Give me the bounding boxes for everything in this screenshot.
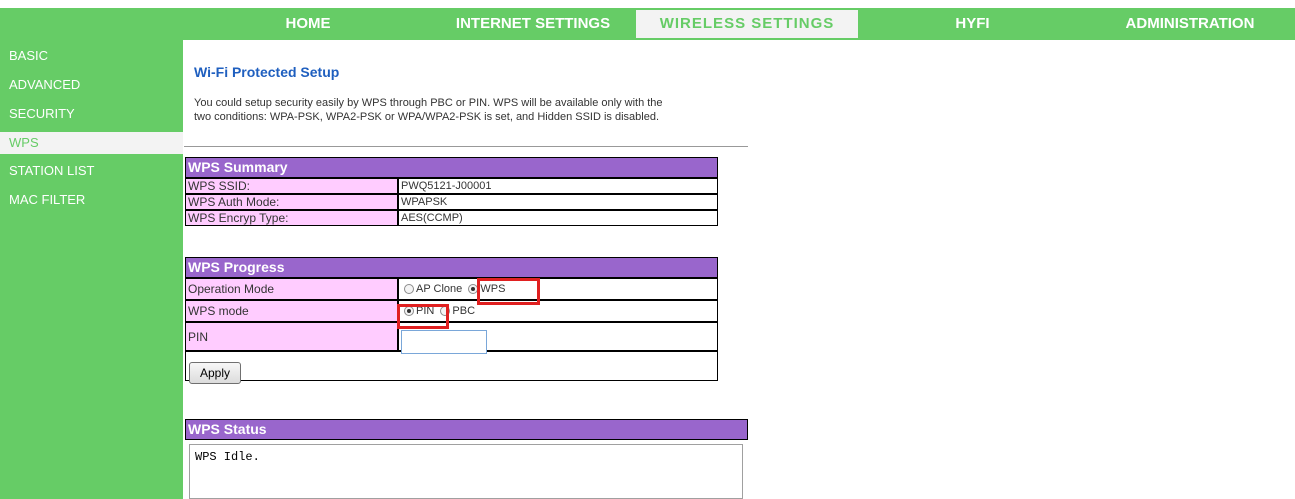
page-title: Wi-Fi Protected Setup [194,64,340,80]
wps-auth-mode-value: WPAPSK [398,194,718,210]
top-navigation: HOME INTERNET SETTINGS WIRELESS SETTINGS… [0,8,1295,40]
pin-input[interactable] [401,330,487,354]
sidebar-item-mac-filter[interactable]: MAC FILTER [0,189,183,211]
sidebar-item-basic[interactable]: BASIC [0,45,183,67]
ap-clone-label: AP Clone [416,283,463,296]
pin-label: PIN [185,322,398,351]
wps-status-textarea[interactable]: WPS Idle. [189,444,743,499]
wps-progress-header: WPS Progress [185,257,718,278]
apply-row [185,351,718,381]
pin-option-highlight [397,304,449,329]
wps-encryp-type-value: AES(CCMP) [398,210,718,226]
operation-mode-label: Operation Mode [185,278,398,300]
nav-administration[interactable]: ADMINISTRATION [1085,8,1295,40]
sidebar-item-wps[interactable]: WPS [0,132,183,154]
wps-ssid-label: WPS SSID: [185,178,398,194]
nav-internet-settings[interactable]: INTERNET SETTINGS [433,8,633,40]
wps-encryp-type-label: WPS Encryp Type: [185,210,398,226]
apply-button[interactable]: Apply [189,362,241,384]
wps-summary-header: WPS Summary [185,157,718,178]
wps-summary-table: WPS Summary WPS SSID: PWQ5121-J00001 WPS… [185,157,718,226]
wps-progress-table: WPS Progress Operation Mode AP Clone WPS… [185,257,718,381]
nav-hyfi[interactable]: HYFI [860,8,1085,40]
sidebar-item-security[interactable]: SECURITY [0,103,183,125]
wps-status-header: WPS Status [185,419,748,440]
ap-clone-radio[interactable] [404,284,414,295]
sidebar: BASIC ADVANCED SECURITY WPS STATION LIST… [0,40,183,499]
pbc-option-label: PBC [452,305,476,318]
sidebar-item-advanced[interactable]: ADVANCED [0,74,183,96]
wps-mode-label: WPS mode [185,300,398,322]
description-line-1: You could setup security easily by WPS t… [194,97,663,109]
wps-status-table: WPS Status [185,419,748,440]
wps-ssid-value: PWQ5121-J00001 [398,178,718,194]
divider [184,146,748,147]
wps-auth-mode-label: WPS Auth Mode: [185,194,398,210]
description-line-2: two conditions: WPA-PSK, WPA2-PSK or WPA… [194,111,660,123]
nav-wireless-settings[interactable]: WIRELESS SETTINGS [636,10,858,38]
wps-option-highlight [477,278,540,305]
sidebar-item-station-list[interactable]: STATION LIST [0,160,183,182]
operation-mode-options: AP Clone WPS [398,278,718,300]
nav-home[interactable]: HOME [183,8,433,40]
